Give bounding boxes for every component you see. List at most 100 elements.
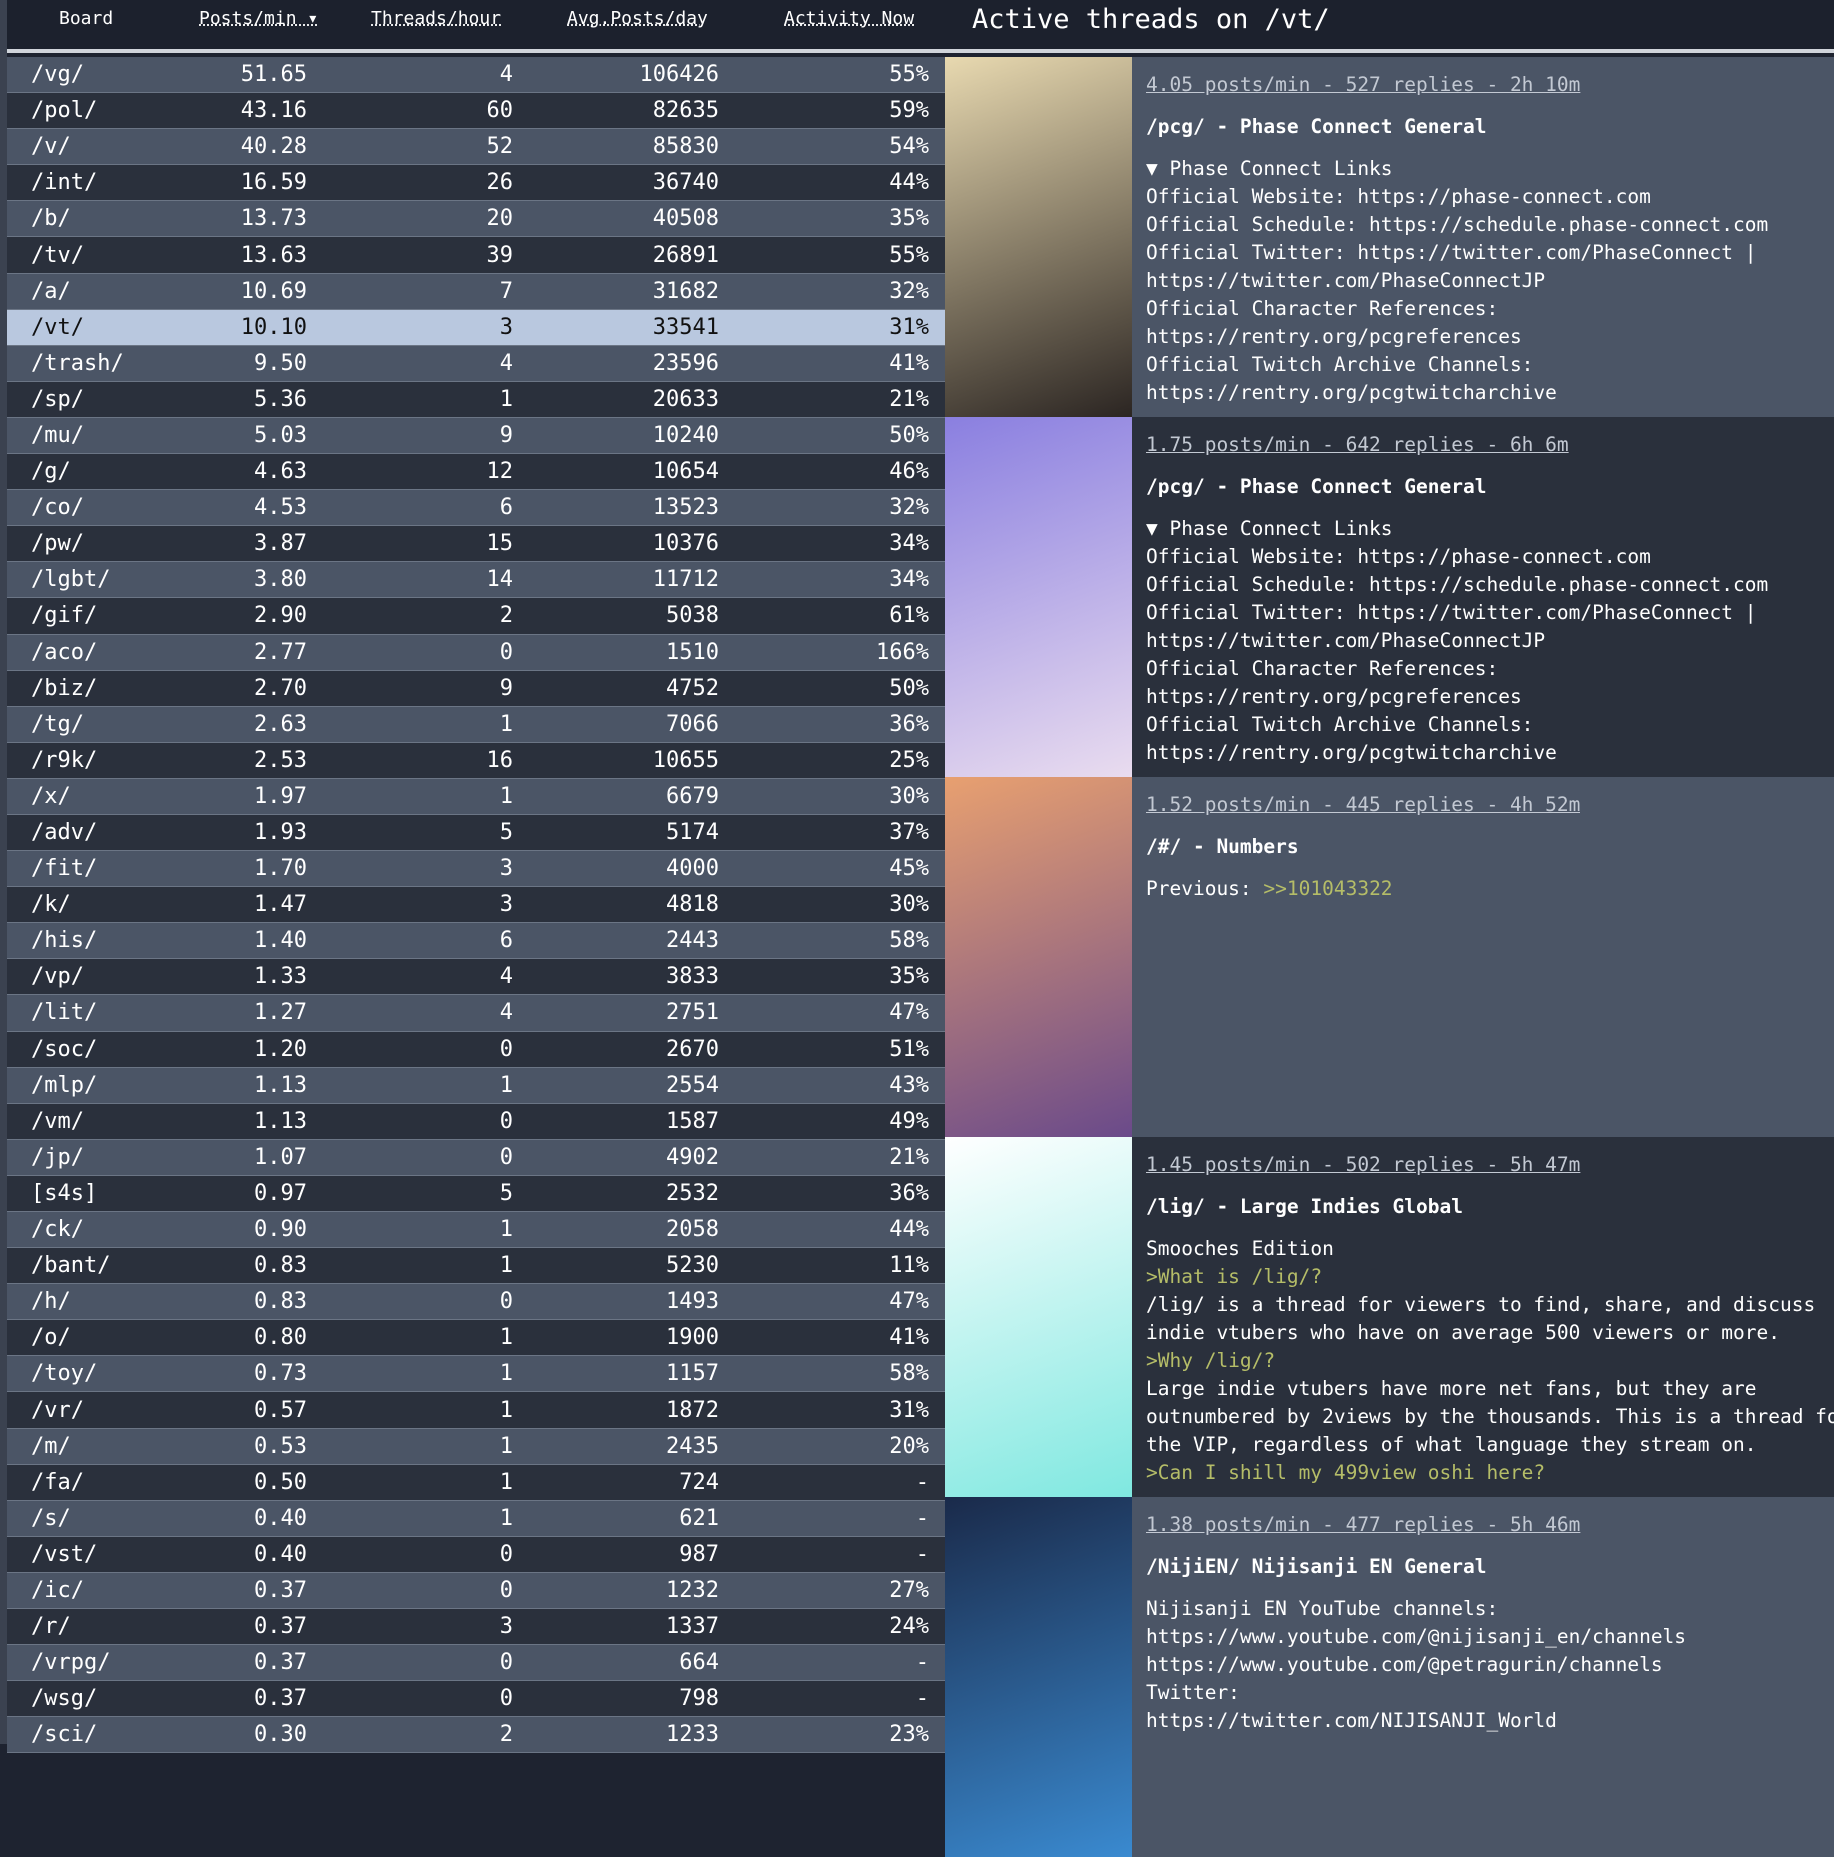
posts-per-min: 13.73 [240,206,307,232]
table-row[interactable]: /co/4.53 6 13523 32% [7,490,945,527]
thread-card[interactable]: 4.05 posts/min - 527 replies - 2h 10m/pc… [945,57,1834,417]
table-row[interactable]: /biz/2.70 9 4752 50% [7,670,945,707]
thread-stats-link[interactable]: 1.52 posts/min - 445 replies - 4h 52m [1146,791,1580,819]
thread-card[interactable]: 1.45 posts/min - 502 replies - 5h 47m/li… [945,1137,1834,1497]
thread-thumbnail[interactable] [945,777,1132,1137]
thread-card[interactable]: 1.52 posts/min - 445 replies - 4h 52m /#/… [945,777,1834,1137]
table-row[interactable]: /h/0.83 0 1493 47% [7,1284,945,1321]
thread-thumbnail[interactable] [945,1137,1132,1497]
table-row[interactable]: /sp/5.36 1 20633 21% [7,381,945,418]
thread-body-line: /lig/ is a thread for viewers to find, s… [1146,1291,1834,1319]
table-row[interactable]: /vrpg/0.37 0 664 - [7,1645,945,1682]
table-row[interactable]: /b/13.73 20 40508 35% [7,201,945,238]
thread-thumbnail[interactable] [945,1497,1132,1857]
board-name: /his/ [31,928,98,954]
body-text: outnumbered by 2views by the thousands. … [1146,1405,1834,1428]
avg-posts-per-day: 621 [679,1505,719,1531]
table-row[interactable]: /mlp/1.13 1 2554 43% [7,1067,945,1104]
col-header-activity-now[interactable]: Activity Now [784,8,914,29]
thread-body-line: https://www.youtube.com/@petragurin/chan… [1146,1651,1686,1679]
table-row[interactable]: [s4s] 0.97 5 2532 36% [7,1175,945,1212]
table-row[interactable]: /lit/1.27 4 2751 47% [7,995,945,1032]
avg-posts-per-day: 4902 [666,1144,719,1170]
table-row[interactable]: /ck/0.90 1 2058 44% [7,1212,945,1249]
thread-stats-link[interactable]: 4.05 posts/min - 527 replies - 2h 10m [1146,71,1768,99]
table-row[interactable]: /vst/0.40 0 987 - [7,1536,945,1573]
board-name: /fit/ [31,856,98,882]
thread-thumbnail[interactable] [945,57,1132,417]
posts-per-min: 1.47 [254,892,307,918]
avg-posts-per-day: 26891 [652,242,719,268]
threads-per-hour: 0 [499,639,513,665]
activity-now: 61% [889,603,929,629]
posts-per-min: 3.80 [254,567,307,593]
table-row[interactable]: /int/16.59 26 36740 44% [7,165,945,202]
table-row[interactable]: /pol/43.16 60 82635 59% [7,93,945,130]
table-row[interactable]: /pw/3.87 15 10376 34% [7,526,945,563]
table-row[interactable]: /s/0.40 1 621 - [7,1500,945,1537]
activity-now: 44% [889,1217,929,1243]
table-row[interactable]: /sci/0.30 2 1233 23% [7,1717,945,1754]
table-row[interactable]: /x/1.97 1 6679 30% [7,778,945,815]
thread-card[interactable]: 1.75 posts/min - 642 replies - 6h 6m/pcg… [945,417,1834,777]
activity-now: 47% [889,1000,929,1026]
avg-posts-per-day: 23596 [652,350,719,376]
table-row[interactable]: /vp/1.33 4 3833 35% [7,959,945,996]
table-row[interactable]: /toy/0.73 1 1157 58% [7,1356,945,1393]
table-row[interactable]: /trash/9.50 4 23596 41% [7,345,945,382]
table-row[interactable]: /v/40.28 52 85830 54% [7,129,945,166]
table-row[interactable]: /tg/2.63 1 7066 36% [7,706,945,743]
col-header-avg-posts-per-day[interactable]: Avg.Posts/day [567,8,708,29]
table-row[interactable]: /g/4.63 12 10654 46% [7,454,945,491]
thread-thumbnail[interactable] [945,417,1132,777]
col-header-posts-per-min[interactable]: Posts/min ▾ [199,8,318,29]
table-row[interactable]: /jp/1.07 0 4902 21% [7,1139,945,1176]
activity-now: - [915,1505,929,1531]
table-row[interactable]: /gif/2.90 2 5038 61% [7,598,945,635]
table-row[interactable]: /soc/1.20 0 2670 51% [7,1031,945,1068]
thread-stats-link[interactable]: 1.45 posts/min - 502 replies - 5h 47m [1146,1151,1834,1179]
table-row[interactable]: /r9k/2.53 16 10655 25% [7,742,945,779]
threads-per-hour: 0 [499,1541,513,1567]
thread-card[interactable]: 1.38 posts/min - 477 replies - 5h 46m/Ni… [945,1497,1834,1857]
thread-body-line: Large indie vtubers have more net fans, … [1146,1375,1834,1403]
activity-now: 32% [889,495,929,521]
avg-posts-per-day: 10240 [652,422,719,448]
board-name: /jp/ [31,1144,84,1170]
table-row[interactable]: /vr/0.57 1 1872 31% [7,1392,945,1429]
table-row[interactable]: /aco/2.77 0 1510 166% [7,634,945,671]
table-row[interactable]: /vg/51.65 4 106426 55% [7,57,945,94]
threads-per-hour: 1 [499,1469,513,1495]
table-row[interactable]: /m/0.53 1 2435 20% [7,1428,945,1465]
table-row[interactable]: /k/1.47 3 4818 30% [7,887,945,924]
table-row[interactable]: /r/0.37 3 1337 24% [7,1609,945,1646]
posts-per-min: 0.90 [254,1217,307,1243]
table-row[interactable]: /vt/10.10 3 33541 31% [7,309,945,346]
thread-body-line: >Can I shill my 499view oshi here? [1146,1459,1834,1487]
avg-posts-per-day: 4000 [666,856,719,882]
threads-per-hour: 0 [499,1650,513,1676]
table-row[interactable]: /vm/1.13 0 1587 49% [7,1103,945,1140]
thread-stats-link[interactable]: 1.38 posts/min - 477 replies - 5h 46m [1146,1511,1686,1539]
table-row[interactable]: /his/1.40 6 2443 58% [7,923,945,960]
table-row[interactable]: /fit/1.70 3 4000 45% [7,851,945,888]
body-text: ▼ Phase Connect Links [1146,157,1393,180]
table-row[interactable]: /lgbt/3.80 14 11712 34% [7,562,945,599]
table-row[interactable]: /fa/0.50 1 724 - [7,1464,945,1501]
table-row[interactable]: /adv/1.93 5 5174 37% [7,814,945,852]
col-header-threads-per-hour[interactable]: Threads/hour [371,8,501,29]
table-row[interactable]: /bant/0.83 1 5230 11% [7,1248,945,1285]
table-row[interactable]: /tv/13.63 39 26891 55% [7,237,945,274]
activity-now: 36% [889,1180,929,1206]
table-row[interactable]: /a/10.69 7 31682 32% [7,273,945,310]
threads-per-hour: 4 [499,964,513,990]
greentext[interactable]: >>101043322 [1263,877,1392,900]
avg-posts-per-day: 1493 [666,1289,719,1315]
table-row[interactable]: /wsg/0.37 0 798 - [7,1681,945,1718]
table-row[interactable]: /ic/0.37 0 1232 27% [7,1572,945,1610]
thread-body-line: Official Character References: [1146,655,1768,683]
thread-stats-link[interactable]: 1.75 posts/min - 642 replies - 6h 6m [1146,431,1768,459]
table-row[interactable]: /mu/5.03 9 10240 50% [7,417,945,455]
body-text: https://twitter.com/PhaseConnectJP [1146,269,1546,292]
table-row[interactable]: /o/0.80 1 1900 41% [7,1320,945,1357]
